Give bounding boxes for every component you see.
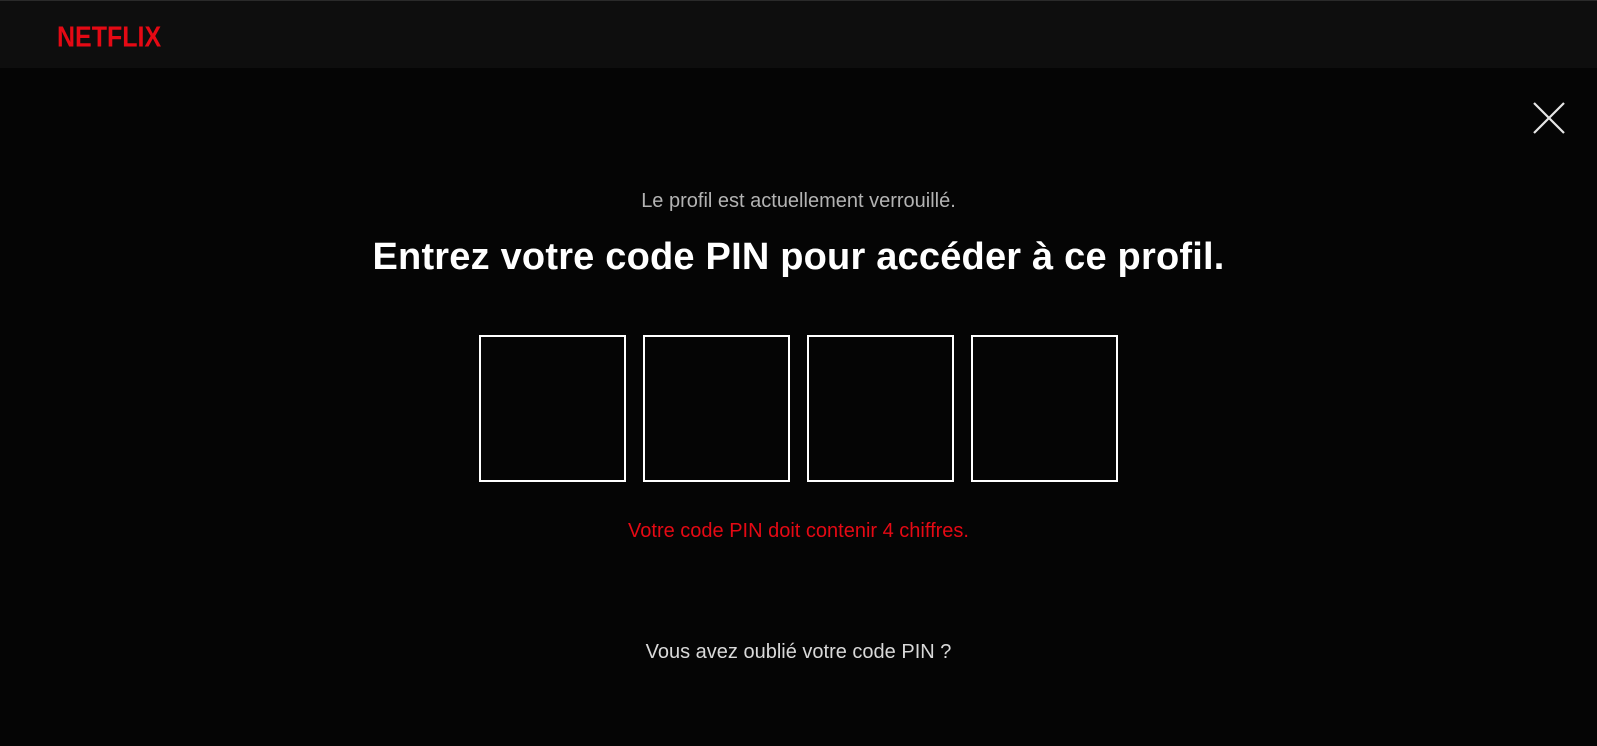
pin-digit-1-input[interactable] — [479, 335, 626, 482]
page-title: Entrez votre code PIN pour accéder à ce … — [372, 236, 1225, 278]
pin-input-group — [479, 335, 1118, 482]
forgot-pin-container: Vous avez oublié votre code PIN ? — [0, 641, 1597, 664]
top-navigation-bar: NETFLIX — [0, 0, 1597, 68]
pin-digit-2-input[interactable] — [643, 335, 790, 482]
close-icon — [1533, 102, 1565, 134]
forgot-pin-link[interactable]: Vous avez oublié votre code PIN ? — [646, 641, 952, 663]
pin-lock-page: NETFLIX Le profil est actuellement verro… — [0, 0, 1597, 746]
pin-error-message: Votre code PIN doit contenir 4 chiffres. — [628, 520, 969, 542]
pin-digit-4-input[interactable] — [971, 335, 1118, 482]
pin-digit-3-input[interactable] — [807, 335, 954, 482]
netflix-logo[interactable]: NETFLIX — [57, 21, 161, 54]
close-button[interactable] — [1532, 101, 1566, 135]
profile-locked-status: Le profil est actuellement verrouillé. — [641, 190, 956, 212]
